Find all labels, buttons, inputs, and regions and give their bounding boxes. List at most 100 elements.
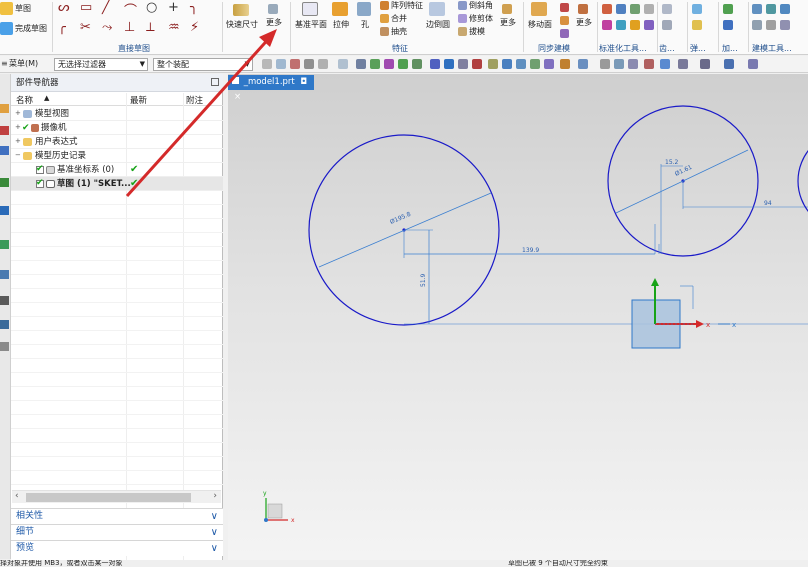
view-box-icon[interactable] <box>338 59 348 69</box>
mid-point-icon[interactable] <box>384 59 394 69</box>
menu-button[interactable]: 菜单(M) <box>6 58 46 71</box>
style-icon[interactable] <box>700 59 710 69</box>
vertical-dimension-text[interactable]: 51.9 <box>420 273 427 287</box>
process-studio-icon[interactable] <box>0 320 9 329</box>
end-point-icon[interactable] <box>370 59 380 69</box>
details-panel-header[interactable]: 细节 ∨ <box>11 524 223 540</box>
analysis-icon[interactable] <box>644 59 654 69</box>
pattern-feature-button[interactable]: 阵列特征 <box>380 0 423 11</box>
more-button-sketch[interactable]: 更多 <box>266 4 282 28</box>
datum-plane-button[interactable]: 基准平面 <box>295 2 327 30</box>
spring-icon[interactable] <box>692 4 702 14</box>
sketch-circle-partial[interactable] <box>797 131 808 231</box>
rapid-dimension-button[interactable]: 快速尺寸 <box>226 4 258 30</box>
column-note[interactable]: 附注 <box>186 94 203 106</box>
profile-icon[interactable]: ᔕ <box>58 0 70 15</box>
sort-ascending-icon[interactable]: ▲ <box>44 94 49 102</box>
modeling-tool-b-icon[interactable] <box>766 4 776 14</box>
modeling-tool-d-icon[interactable] <box>752 20 762 30</box>
scrollbar-thumb[interactable] <box>26 493 191 502</box>
expand-icon[interactable]: + <box>15 110 22 117</box>
gear-alt-icon[interactable] <box>662 20 672 30</box>
expand-icon[interactable]: + <box>15 138 22 145</box>
corner-icon[interactable]: ╭ <box>58 20 66 35</box>
gear-icon[interactable] <box>662 4 672 14</box>
tree-row-cameras[interactable]: + ✔ 摄像机 <box>11 121 223 135</box>
expand-icon[interactable]: + <box>15 124 22 131</box>
more-button-sync[interactable]: 更多 <box>576 4 592 28</box>
machining-icon[interactable] <box>723 4 733 14</box>
point-icon[interactable]: + <box>168 0 179 15</box>
select-curve-icon[interactable] <box>304 59 314 69</box>
standard-a-icon[interactable] <box>602 20 612 30</box>
arc-center-icon[interactable] <box>430 59 440 69</box>
extend-icon[interactable]: ⤳ <box>102 20 112 35</box>
collapse-icon[interactable]: − <box>15 152 22 159</box>
type-filter-select[interactable]: 无选择过滤器 ▼ <box>54 58 148 71</box>
move-face-button[interactable]: 移动面 <box>528 2 552 30</box>
maximize-icon[interactable] <box>211 78 219 86</box>
scroll-left-icon[interactable]: ‹ <box>15 491 19 501</box>
standard-part-icon[interactable] <box>602 4 612 14</box>
select-body-icon[interactable] <box>318 59 328 69</box>
fillet-icon[interactable]: ╮ <box>190 0 198 15</box>
select-edge-icon[interactable] <box>290 59 300 69</box>
standard-check-icon[interactable] <box>630 4 640 14</box>
polygon-icon[interactable] <box>560 59 570 69</box>
tree-row-sketch[interactable]: ✔ 草图 (1) "SKET... ✔ <box>11 177 223 191</box>
offset-curve-icon[interactable]: ⟂ <box>146 20 155 35</box>
tangent-icon[interactable] <box>530 59 540 69</box>
column-latest[interactable]: 最新 <box>130 94 147 106</box>
hole-button[interactable]: 孔 <box>357 2 373 30</box>
horizontal-dimension-text[interactable]: 139.9 <box>522 247 539 254</box>
perpendicular-icon[interactable] <box>544 59 554 69</box>
constraint-navigator-icon[interactable] <box>0 126 9 135</box>
standard-b-icon[interactable] <box>616 20 626 30</box>
on-face-icon[interactable] <box>502 59 512 69</box>
select-face-icon[interactable] <box>276 59 286 69</box>
render-icon[interactable] <box>660 59 670 69</box>
more-button-feature[interactable]: 更多 <box>500 4 516 28</box>
draft-button[interactable]: 拔模 <box>458 26 485 37</box>
standard-c-icon[interactable] <box>630 20 640 30</box>
window-icon[interactable] <box>748 59 758 69</box>
tree-row-datum-csys[interactable]: ✔ 基准坐标系 (0) ✔ <box>11 163 223 177</box>
snap-icon[interactable] <box>262 59 272 69</box>
modeling-tool-a-icon[interactable] <box>752 4 762 14</box>
combine-button[interactable]: 合并 <box>380 13 407 24</box>
circle-icon[interactable]: ○ <box>146 0 157 15</box>
view-orient-icon[interactable] <box>356 59 366 69</box>
existing-point-icon[interactable] <box>472 59 482 69</box>
derived-line-icon[interactable]: ⚡ <box>190 20 199 35</box>
sketch-button[interactable]: 草图 <box>0 2 31 15</box>
history-icon[interactable] <box>0 270 9 279</box>
roles-icon[interactable] <box>0 342 9 351</box>
edit-icon[interactable] <box>724 59 734 69</box>
arc-icon[interactable]: ⌒ <box>124 0 137 19</box>
delete-face-icon[interactable] <box>560 3 569 12</box>
web-browser-icon[interactable] <box>0 240 9 249</box>
diameter-dimension-left[interactable]: Ø195.8 <box>389 211 412 226</box>
mirror-icon[interactable]: ♒ <box>168 20 180 35</box>
modeling-tool-c-icon[interactable] <box>780 4 790 14</box>
quick-trim-icon[interactable]: ⊥ <box>124 20 135 35</box>
dimension-text-94[interactable]: 94 <box>764 200 772 207</box>
preview-panel-header[interactable]: 预览 ∨ <box>11 540 223 556</box>
edge-blend-button[interactable]: 边倒圆 <box>426 2 450 30</box>
assembly-scope-select[interactable]: 整个装配 ▼ <box>153 58 253 71</box>
rectangle-icon[interactable]: ▭ <box>80 0 92 15</box>
part-file-tab[interactable]: _model1.prt ◘ × <box>228 75 314 102</box>
horizontal-scrollbar[interactable]: ‹ › <box>12 490 221 503</box>
standard-misc-icon[interactable] <box>644 4 654 14</box>
finish-sketch-button[interactable]: 完成草图 <box>0 22 47 35</box>
trim-icon[interactable]: ✂ <box>80 20 91 35</box>
part-navigator-icon[interactable] <box>0 146 9 155</box>
reuse-library-icon[interactable] <box>0 178 9 187</box>
wcs-icon[interactable] <box>628 59 638 69</box>
graphics-window[interactable]: Ø195.8 139.9 51.9 Ø1.61 15.2 94 x x y x <box>228 74 808 560</box>
point-icon[interactable] <box>578 59 588 69</box>
modeling-tool-f-icon[interactable] <box>780 20 790 30</box>
quadrant-icon[interactable] <box>444 59 454 69</box>
show-hide-icon[interactable] <box>600 59 610 69</box>
dependencies-panel-header[interactable]: 相关性 ∨ <box>11 508 223 524</box>
